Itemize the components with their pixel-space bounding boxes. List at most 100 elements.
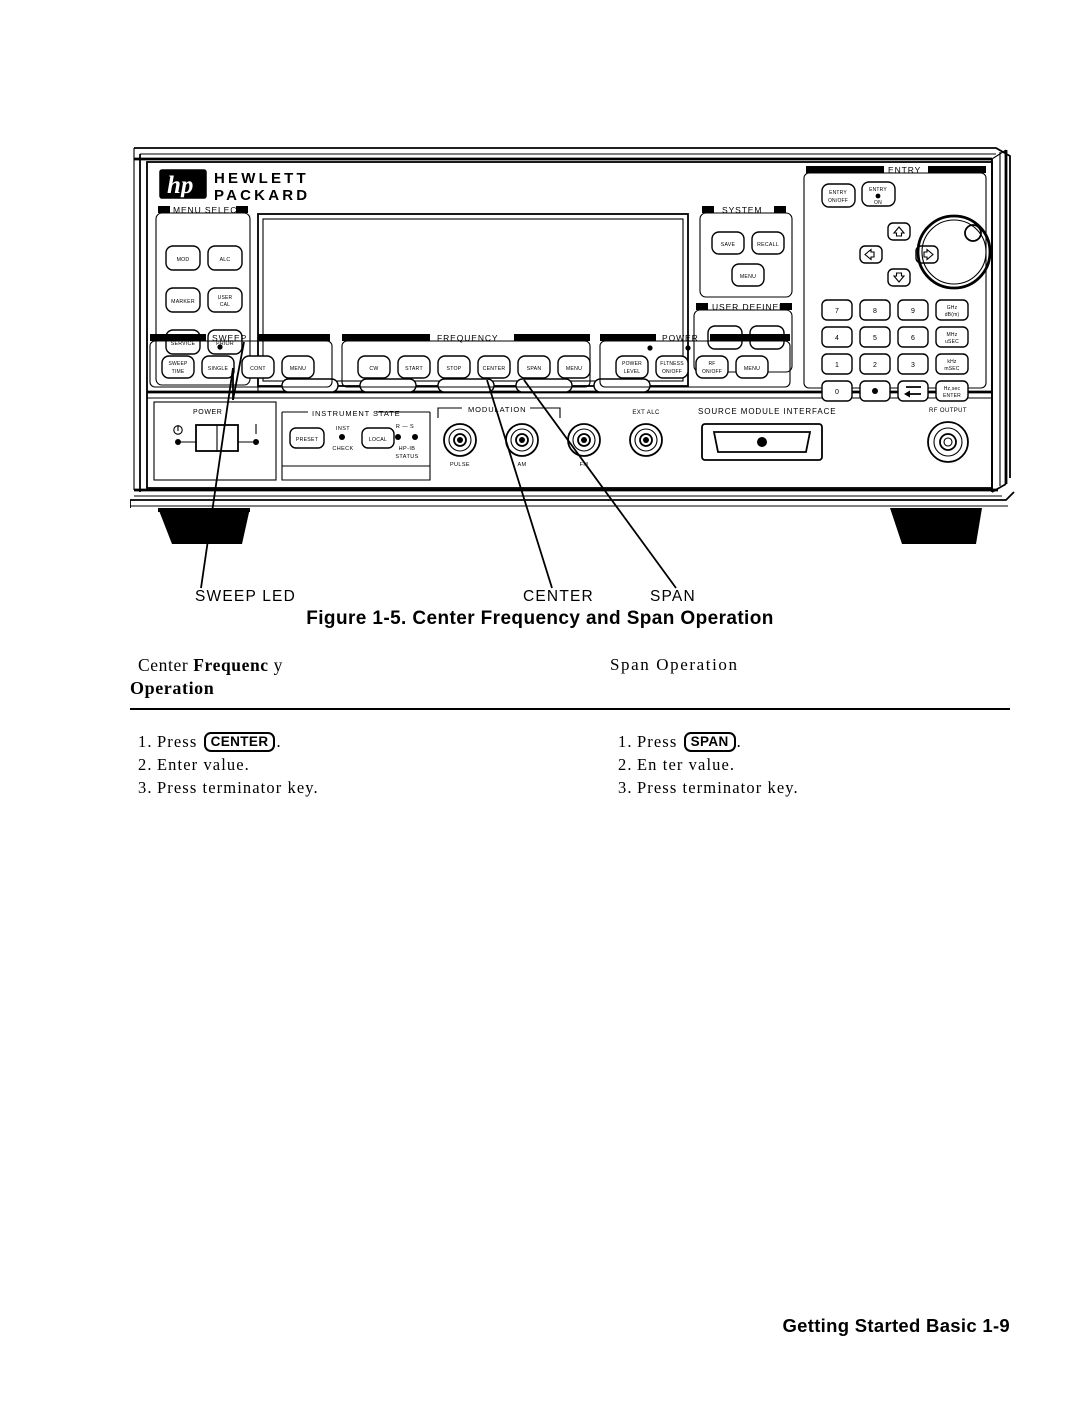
svg-text:MHz: MHz (947, 332, 958, 338)
svg-text:POWER: POWER (193, 409, 222, 416)
list-item: 2. En ter value. (618, 753, 799, 776)
svg-text:CONT: CONT (250, 366, 266, 372)
svg-text:AM: AM (517, 462, 526, 468)
step-text: Press terminator key. (157, 778, 319, 797)
svg-text:0: 0 (835, 389, 839, 396)
svg-text:MENU: MENU (740, 274, 756, 280)
svg-text:MARKER: MARKER (171, 299, 195, 305)
svg-text:STOP: STOP (446, 366, 461, 372)
step-number: 1. (618, 732, 633, 751)
svg-text:SAVE: SAVE (721, 242, 736, 248)
list-item: 3. Press terminator key. (138, 776, 319, 799)
svg-text:ENTRY: ENTRY (869, 187, 887, 193)
center-keycap[interactable]: CENTER (203, 732, 276, 752)
connector-rf-output[interactable]: RF OUTPUT (927, 408, 969, 463)
svg-text:GHz: GHz (947, 305, 958, 311)
svg-text:2: 2 (873, 362, 877, 369)
left-heading-plain-1: Center (138, 655, 194, 675)
brand-line-2: PACKARD (214, 187, 310, 204)
callout-span: SPAN (650, 588, 696, 605)
step-number: 1. (138, 732, 153, 751)
svg-text:MOD: MOD (177, 257, 190, 263)
step-text: Press terminator key. (637, 778, 799, 797)
svg-text:ON: ON (874, 200, 882, 206)
svg-text:kHz: kHz (947, 359, 957, 365)
connector-am[interactable]: AM (505, 423, 539, 468)
page-footer: Getting Started Basic 1-9 (782, 1315, 1010, 1336)
step-number: 3. (618, 778, 633, 797)
svg-text:HP-IB: HP-IB (399, 446, 416, 452)
svg-text:SINGLE: SINGLE (208, 366, 229, 372)
numeric-keypad[interactable]: 7 8 9 GHzdB(m) 4 5 6 MHzuSEC 1 2 3 kHzmS… (821, 299, 969, 402)
svg-text:dB(m): dB(m) (945, 312, 960, 318)
connector-ext-alc[interactable]: EXT ALC (629, 410, 663, 457)
left-column-heading: Center Frequenc y (138, 654, 283, 678)
signal-generator-front-panel-drawing: .ln{fill:none;stroke:#000;} .w1{stroke-w… (130, 147, 1015, 589)
svg-text:MENU: MENU (290, 366, 306, 372)
svg-text:ON/OFF: ON/OFF (662, 369, 682, 375)
sweep-led-indicator (217, 344, 223, 350)
left-heading-bold: Frequenc (193, 655, 269, 675)
svg-text:SERVICE: SERVICE (171, 341, 196, 347)
svg-text:LEVEL: LEVEL (624, 369, 641, 375)
svg-text:LOCAL: LOCAL (369, 437, 387, 443)
svg-text:FLTNESS: FLTNESS (660, 361, 684, 367)
callout-sweep-led: SWEEP LED (195, 588, 296, 605)
svg-text:MENU: MENU (744, 366, 760, 372)
section-divider-rule (130, 708, 1010, 710)
figure-caption: Figure 1-5. Center Frequency and Span Op… (306, 608, 774, 629)
connector-pulse[interactable]: PULSE (443, 423, 477, 468)
span-keycap[interactable]: SPAN (683, 732, 736, 752)
svg-text:9: 9 (911, 308, 915, 315)
document-page: .ln{fill:none;stroke:#000;} .w1{stroke-w… (0, 0, 1080, 1409)
list-item: 1. Press SPAN. (618, 730, 799, 753)
svg-text:MENU: MENU (566, 366, 582, 372)
step-text: Enter value. (157, 755, 250, 774)
step-number: 3. (138, 778, 153, 797)
svg-text:SOURCE MODULE INTERFACE: SOURCE MODULE INTERFACE (698, 407, 837, 416)
step-text: Press (157, 732, 203, 751)
svg-text:R — S: R — S (396, 424, 414, 430)
callout-center: CENTER (523, 588, 594, 605)
left-column-heading-line2: Operation (130, 678, 215, 698)
svg-text:EXT ALC: EXT ALC (632, 410, 660, 416)
svg-text:SPAN: SPAN (527, 366, 542, 372)
section-entry: ENTRY ENTRY ON/OFF ENTRY ON 7 8 9 GHzdB(… (803, 165, 992, 402)
svg-text:CHECK: CHECK (332, 446, 353, 452)
list-item: 2. Enter value. (138, 753, 319, 776)
svg-text:START: START (405, 366, 423, 372)
list-item: 1. Press CENTER. (138, 730, 319, 753)
section-modulation: MODULATION PULSE AM FM (437, 405, 601, 468)
svg-text:mSEC: mSEC (944, 366, 959, 372)
step-text-post: . (736, 732, 742, 751)
svg-text:PRESET: PRESET (296, 437, 319, 443)
left-steps-list: 1. Press CENTER. 2. Enter value. 3. Press t… (138, 730, 319, 799)
svg-text:TIME: TIME (172, 369, 185, 375)
svg-text:CW: CW (369, 366, 378, 372)
section-power-switch: POWER (153, 401, 277, 481)
list-item: 3. Press terminator key. (618, 776, 799, 799)
svg-text:INSTRUMENT STATE: INSTRUMENT STATE (312, 409, 401, 418)
hp-logo: hp (159, 169, 207, 199)
svg-text:USER: USER (218, 295, 233, 301)
instructions-section: Center Frequenc y Operation Span Operati… (130, 650, 1010, 830)
svg-text:1: 1 (835, 362, 839, 369)
softkey-row[interactable] (257, 378, 688, 393)
svg-text:3: 3 (911, 362, 915, 369)
svg-text:RF: RF (708, 361, 715, 367)
svg-text:4: 4 (835, 335, 839, 342)
step-text: Press (637, 732, 683, 751)
svg-text:CENTER: CENTER (483, 366, 506, 372)
svg-text:uSEC: uSEC (945, 339, 959, 345)
svg-text:CAL: CAL (220, 302, 230, 308)
brand-line-1: HEWLETT (214, 170, 309, 187)
svg-text:SWEEP: SWEEP (168, 361, 188, 367)
svg-text:hp: hp (167, 172, 193, 199)
source-module-interface[interactable]: SOURCE MODULE INTERFACE (698, 407, 837, 461)
section-system: SYSTEM SAVE RECALL MENU (699, 205, 793, 298)
svg-text:5: 5 (873, 335, 877, 342)
svg-text:STATUS: STATUS (395, 454, 418, 460)
svg-text:RF OUTPUT: RF OUTPUT (929, 408, 967, 414)
step-number: 2. (618, 755, 633, 774)
svg-text:6: 6 (911, 335, 915, 342)
